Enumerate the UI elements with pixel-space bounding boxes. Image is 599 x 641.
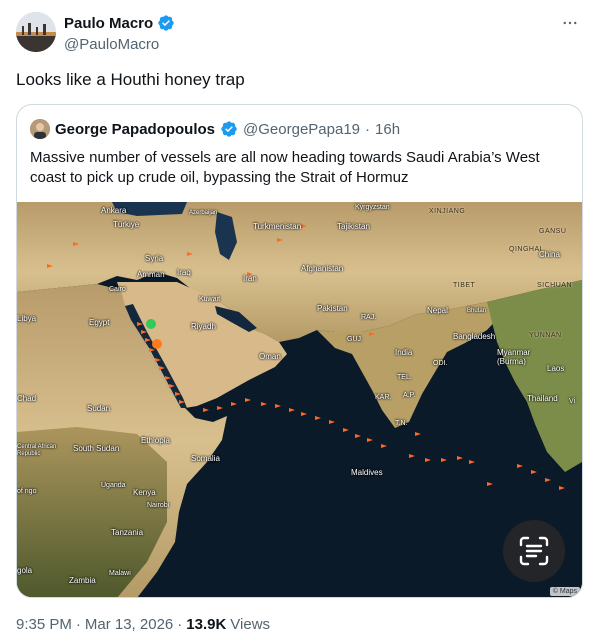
map-label-qinghai: QINGHAI	[509, 246, 543, 253]
map-label-congo: of ngo	[17, 488, 37, 495]
map-label-sichuan: SICHUAN	[537, 282, 573, 289]
map-label-car: Central African Republic	[17, 444, 57, 457]
map-label-uganda: Uganda	[101, 482, 126, 489]
map-label-angola: gola	[17, 566, 33, 575]
verified-badge-icon	[158, 15, 174, 31]
map-label-guj: GUJ.	[347, 336, 363, 343]
map-label-nairobi: Nairobi	[147, 502, 170, 509]
map-label-libya: Libya	[17, 314, 37, 323]
map-label-tn: T.N.	[395, 420, 408, 427]
map-label-turkiye: Türkiye	[113, 220, 140, 229]
verified-badge-icon	[221, 121, 237, 137]
map-label-somalia: Somalia	[191, 454, 220, 463]
map-label-tel: TEL.	[397, 374, 412, 381]
map-label-maldives: Maldives	[351, 468, 383, 477]
display-name[interactable]: Paulo Macro	[64, 15, 153, 32]
map-label-gansu: GANSU	[539, 228, 567, 235]
ellipsis-icon[interactable]	[559, 12, 581, 34]
map-label-ethiopia: Ethiopia	[141, 436, 170, 445]
map-label-kar: KAR.	[375, 394, 392, 401]
map-label-xinjiang: XINJIANG	[429, 208, 466, 215]
quote-display-name[interactable]: George Papadopoulos	[55, 121, 215, 138]
ship-tracking-map[interactable]: Ankara Türkiye Azerbaijan Turkmenistan K…	[17, 202, 582, 597]
map-label-tanzania: Tanzania	[111, 528, 144, 537]
map-label-bhutan: Bhutan	[467, 308, 487, 314]
tweet-text: Looks like a Houthi honey trap	[16, 70, 245, 89]
map-label-raj: RAJ.	[361, 314, 377, 321]
map-label-ap: A.P.	[403, 392, 416, 399]
handle[interactable]: @PauloMacro	[64, 35, 175, 55]
map-label-kuwait: Kuwait	[199, 296, 221, 303]
quote-header: George Papadopoulos @GeorgePapa19 · 16h	[30, 119, 400, 139]
views-count: 13.9K	[186, 615, 227, 633]
separator-dot: ·	[177, 615, 183, 633]
tweet-time[interactable]: 9:35 PM	[16, 616, 72, 633]
map-label-kenya: Kenya	[133, 488, 156, 497]
map-label-sudan: Sudan	[87, 404, 111, 413]
map-label-tibet: TIBET	[453, 282, 476, 289]
map-label-nepal: Nepal	[427, 306, 448, 315]
map-label-laos: Laos	[547, 364, 565, 373]
avatar[interactable]	[16, 12, 56, 52]
map-label-pakistan: Pakistan	[317, 304, 348, 313]
map-label-malawi: Malawi	[109, 570, 131, 577]
text-scan-icon	[519, 536, 549, 566]
tweet-date[interactable]: Mar 13, 2026	[85, 616, 173, 633]
map-label-zambia: Zambia	[69, 576, 96, 585]
separator-dot: ·	[75, 615, 81, 633]
separator-dot: ·	[365, 120, 371, 138]
map-label-amman: Amman	[137, 270, 165, 279]
map-label-vi: Vi	[569, 398, 576, 405]
quote-timestamp[interactable]: 16h	[375, 121, 400, 138]
quote-avatar[interactable]	[30, 119, 50, 139]
map-label-ankara: Ankara	[101, 206, 127, 215]
map-label-tajikistan: Tajikistan	[337, 222, 370, 231]
map-label-india: India	[395, 348, 413, 357]
map-label-bangladesh: Bangladesh	[453, 332, 496, 341]
map-label-egypt: Egypt	[89, 318, 110, 327]
map-label-kyrgyzstan: Kyrgyzstan	[355, 204, 390, 211]
author-block: Paulo Macro @PauloMacro	[64, 13, 175, 55]
map-label-oman: Oman	[259, 352, 281, 361]
map-label-thailand: Thailand	[527, 394, 558, 403]
map-label-syria: Syria	[145, 254, 164, 263]
quote-text: Massive number of vessels are all now he…	[30, 149, 540, 186]
text-scan-button[interactable]	[503, 520, 565, 582]
map-label-riyadh: Riyadh	[191, 322, 216, 331]
tweet-meta: 9:35 PM · Mar 13, 2026 · 13.9K Views	[16, 614, 270, 634]
views-label: Views	[230, 615, 271, 633]
map-label-south-sudan: South Sudan	[73, 444, 120, 453]
map-label-turkmenistan: Turkmenistan	[253, 222, 302, 231]
map-label-china: China	[539, 250, 560, 259]
map-label-iran: Iran	[243, 274, 257, 283]
quoted-tweet[interactable]: George Papadopoulos @GeorgePapa19 · 16h …	[16, 104, 583, 598]
map-label-cairo: Cairo	[109, 286, 126, 293]
map-label-iraq: Iraq	[177, 268, 191, 277]
map-label-odi: ODI.	[433, 360, 448, 367]
map-label-myanmar: Myanmar (Burma)	[497, 348, 531, 366]
map-label-yunnan: YUNNAN	[529, 332, 562, 339]
vessel-markers	[47, 224, 565, 490]
map-label-azerbaijan: Azerbaijan	[189, 210, 218, 216]
quote-handle[interactable]: @GeorgePapa19	[243, 121, 360, 138]
map-label-chad: Chad	[17, 394, 37, 403]
tweet[interactable]: Paulo Macro @PauloMacro Looks like a Hou…	[0, 0, 599, 641]
map-label-afghanistan: Afghanistan	[301, 264, 344, 273]
map-attribution[interactable]: © Maps	[549, 587, 580, 596]
